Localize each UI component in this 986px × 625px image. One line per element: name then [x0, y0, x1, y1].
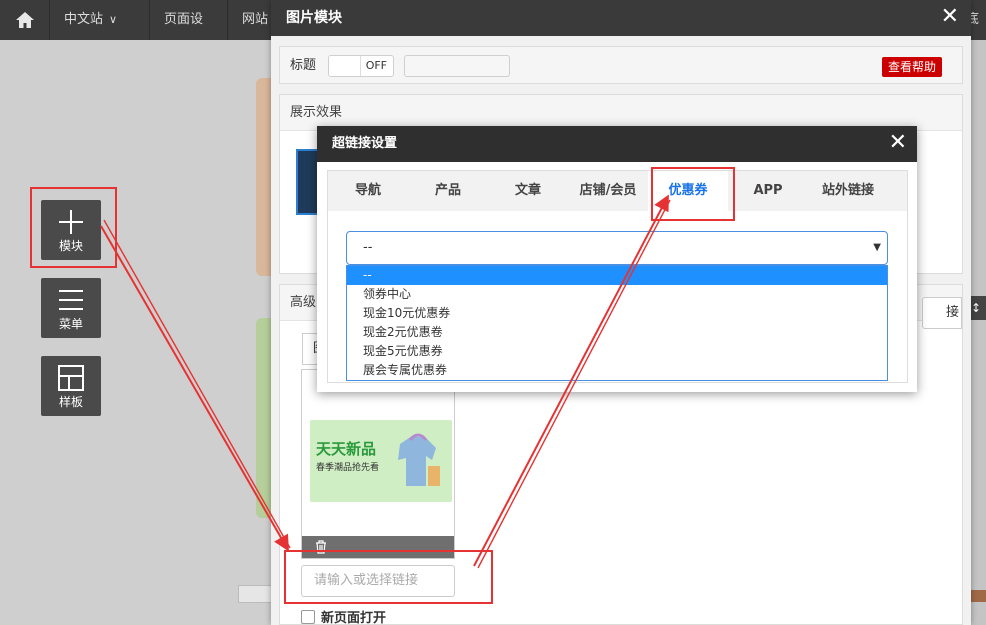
option-item[interactable]: -- — [347, 266, 887, 285]
nav-page-settings[interactable]: 页面设置 — [150, 0, 228, 67]
tab-external-link[interactable]: 站外链接 — [808, 171, 888, 211]
image-card-toolbar — [302, 536, 454, 558]
tool-label: 样板 — [58, 395, 83, 409]
preview-fragment — [970, 590, 986, 602]
dialog-header: 超链接设置 ✕ — [317, 126, 917, 162]
help-button[interactable]: 查看帮助 — [881, 57, 942, 77]
title-label: 标题 — [290, 58, 317, 73]
dialog-title: 图片模块 — [286, 10, 342, 26]
coupon-options-list: -- 领券中心 现金10元优惠券 现金2元优惠卷 现金5元优惠券 展会专属优惠券 — [346, 265, 888, 381]
select-value: -- — [363, 240, 373, 255]
image-card[interactable]: 天天新品 春季潮品抢先看 — [301, 369, 455, 559]
tab-app[interactable]: APP — [728, 171, 808, 211]
option-item[interactable]: 现金10元优惠券 — [347, 304, 887, 323]
promo-title: 天天新品 — [316, 440, 377, 458]
tab-store-members[interactable]: 店铺/会员 — [568, 171, 648, 211]
coupon-select[interactable]: -- ▼ — [346, 231, 888, 265]
home-icon — [15, 12, 34, 28]
plus-icon — [59, 210, 83, 234]
new-page-checkbox[interactable] — [301, 609, 315, 624]
dialog-header: 图片模块 ✕ — [271, 0, 971, 36]
promo-image: 天天新品 春季潮品抢先看 — [310, 420, 452, 502]
tab-articles[interactable]: 文章 — [488, 171, 568, 211]
title-row: 标题 OFF 查看帮助 — [279, 46, 963, 84]
tab-navigation[interactable]: 导航 — [328, 171, 408, 211]
clothing-illustration-icon — [398, 433, 440, 486]
nav-label: 中文站 — [64, 12, 104, 27]
option-item[interactable]: 领券中心 — [347, 285, 887, 304]
trash-icon[interactable] — [314, 540, 328, 554]
link-input[interactable]: 请输入或选择链接 — [301, 565, 455, 597]
tab-coupons[interactable]: 优惠券 — [648, 171, 728, 213]
option-item[interactable]: 展会专属优惠券 — [347, 361, 887, 380]
toggle-text: OFF — [365, 59, 387, 72]
new-page-option[interactable]: 新页面打开 — [301, 607, 386, 625]
template-icon — [58, 365, 84, 391]
close-icon[interactable]: ✕ — [889, 126, 907, 160]
checkbox-label: 新页面打开 — [321, 611, 387, 625]
button-label: 接 — [945, 305, 959, 320]
nav-site-selector[interactable]: 中文站 ∨ — [50, 0, 150, 40]
tool-label: 菜单 — [58, 317, 83, 331]
tab-products[interactable]: 产品 — [408, 171, 488, 211]
option-item[interactable]: 现金2元优惠卷 — [347, 323, 887, 342]
title-input[interactable] — [404, 55, 510, 77]
toggle-knob — [329, 56, 361, 76]
home-button[interactable] — [0, 0, 50, 40]
promo-subtitle: 春季潮品抢先看 — [316, 463, 380, 473]
link-type-tabs: 导航 产品 文章 店铺/会员 优惠券 APP 站外链接 — [327, 170, 908, 213]
dialog-title: 超链接设置 — [332, 136, 398, 151]
menu-icon — [59, 290, 83, 310]
close-icon[interactable]: ✕ — [941, 0, 959, 34]
option-item[interactable]: 现金5元优惠券 — [347, 342, 887, 361]
nav-label: 网站 — [242, 12, 269, 27]
tool-label: 模块 — [58, 239, 83, 253]
tool-module-button[interactable]: 模块 — [41, 200, 101, 260]
title-toggle[interactable]: OFF — [328, 55, 394, 77]
left-panel — [0, 40, 233, 625]
tool-template-button[interactable]: 样板 — [41, 356, 101, 416]
tool-menu-button[interactable]: 菜单 — [41, 278, 101, 338]
chevron-down-icon: ∨ — [109, 13, 118, 26]
caret-down-icon: ▼ — [873, 242, 881, 253]
link-button-fragment[interactable]: 接 — [922, 297, 962, 329]
